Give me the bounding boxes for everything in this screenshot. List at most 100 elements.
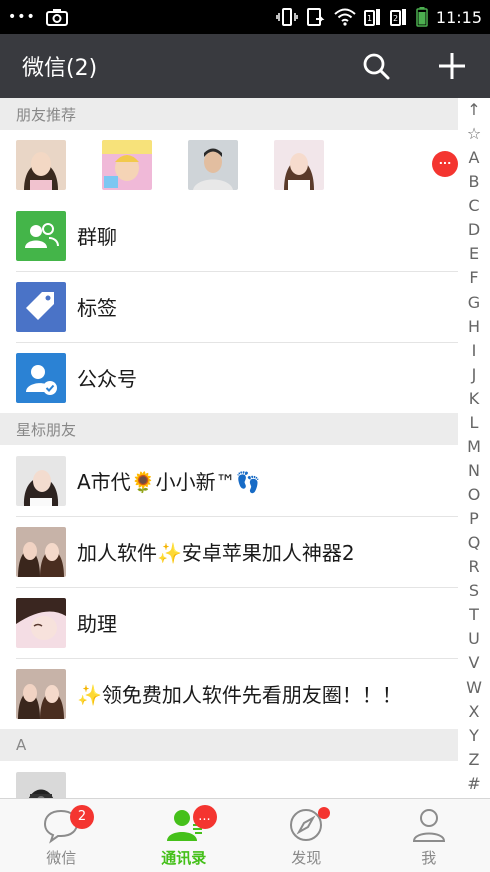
tab-me[interactable]: 我 bbox=[368, 799, 490, 872]
tab-label: 我 bbox=[421, 847, 436, 868]
recommended-friends-row[interactable]: ... bbox=[0, 130, 458, 200]
avatar bbox=[16, 669, 66, 719]
index-letter[interactable]: L bbox=[470, 413, 479, 433]
index-letter[interactable]: P bbox=[469, 509, 479, 529]
official-account-icon bbox=[16, 353, 66, 403]
contact-list[interactable]: 朋友推荐 bbox=[0, 98, 490, 798]
index-letter[interactable]: V bbox=[469, 653, 480, 673]
avatar-image bbox=[16, 456, 66, 506]
index-letter[interactable]: S bbox=[469, 581, 479, 601]
index-letter[interactable]: X bbox=[469, 702, 480, 722]
index-letter[interactable]: G bbox=[468, 293, 480, 313]
group-chat-icon bbox=[16, 211, 66, 261]
more-badge[interactable]: ... bbox=[432, 151, 458, 177]
contact-row[interactable]: 加人软件✨安卓苹果加人神器2 bbox=[0, 516, 458, 587]
row-label: 群聊 bbox=[77, 221, 117, 250]
row-label: 标签 bbox=[77, 292, 117, 321]
index-letter[interactable]: Y bbox=[469, 726, 479, 746]
battery-icon bbox=[416, 7, 428, 27]
status-bar: ••• 1 2 bbox=[0, 0, 490, 34]
avatar[interactable] bbox=[188, 140, 238, 190]
section-header-recommended: 朋友推荐 bbox=[0, 98, 458, 130]
index-letter[interactable]: D bbox=[468, 220, 480, 240]
contact-name: A市代🌻小小新™👣 bbox=[77, 466, 261, 495]
contact-name: ✨领免费加人软件先看朋友圈！！！ bbox=[77, 679, 402, 708]
index-letter[interactable]: O bbox=[468, 485, 481, 505]
app-bar: 微信(2) bbox=[0, 34, 490, 98]
wifi-icon bbox=[334, 8, 356, 26]
tab-label: 微信 bbox=[46, 847, 76, 868]
contact-row[interactable]: ✨领免费加人软件先看朋友圈！！！ bbox=[0, 658, 458, 729]
index-letter[interactable]: J bbox=[472, 365, 477, 385]
svg-text:2: 2 bbox=[393, 14, 398, 23]
index-letter[interactable]: I bbox=[472, 341, 477, 361]
index-letter[interactable]: Q bbox=[468, 533, 481, 553]
vibrate-icon bbox=[276, 7, 298, 27]
index-letter[interactable]: N bbox=[468, 461, 480, 481]
official-accounts-row[interactable]: 公众号 bbox=[0, 342, 458, 413]
tab-label: 发现 bbox=[291, 847, 321, 868]
page-title: 微信(2) bbox=[22, 50, 97, 82]
index-letter[interactable]: E bbox=[469, 244, 479, 264]
contact-row[interactable]: 助理 bbox=[0, 587, 458, 658]
index-letter[interactable]: R bbox=[468, 557, 479, 577]
avatar-image bbox=[16, 140, 66, 190]
index-letter[interactable]: U bbox=[468, 629, 480, 649]
contact-row[interactable] bbox=[0, 761, 458, 798]
section-header-a: A bbox=[0, 729, 458, 761]
search-button[interactable] bbox=[358, 48, 394, 84]
tab-chats[interactable]: 微信 2 bbox=[0, 799, 123, 872]
index-letter[interactable]: F bbox=[469, 268, 478, 288]
index-letter[interactable]: B bbox=[469, 172, 480, 192]
section-header-starred: 星标朋友 bbox=[0, 413, 458, 445]
index-letter[interactable]: # bbox=[467, 774, 480, 794]
clock: 11:15 bbox=[436, 8, 482, 27]
add-button[interactable] bbox=[434, 48, 470, 84]
index-letter[interactable]: W bbox=[466, 678, 482, 698]
tab-contacts[interactable]: 通讯录 ... bbox=[123, 799, 246, 872]
avatar[interactable] bbox=[274, 140, 324, 190]
avatar-image bbox=[188, 140, 238, 190]
index-letter[interactable]: Z bbox=[469, 750, 480, 770]
avatar bbox=[16, 598, 66, 648]
index-letter[interactable]: C bbox=[468, 196, 479, 216]
avatar bbox=[16, 772, 66, 799]
avatar-image bbox=[102, 140, 152, 190]
search-icon bbox=[358, 48, 394, 84]
svg-text:1: 1 bbox=[367, 14, 372, 23]
avatar bbox=[16, 456, 66, 506]
notification-dots: ••• bbox=[8, 10, 36, 24]
avatar[interactable] bbox=[16, 140, 66, 190]
contact-row[interactable]: A市代🌻小小新™👣 bbox=[0, 445, 458, 516]
contact-name: 加人软件✨安卓苹果加人神器2 bbox=[77, 537, 355, 566]
tab-discover[interactable]: 发现 bbox=[245, 799, 368, 872]
avatar-image bbox=[16, 669, 66, 719]
avatar-image bbox=[274, 140, 324, 190]
index-letter[interactable]: A bbox=[469, 148, 480, 168]
person-icon bbox=[409, 805, 449, 845]
index-letter[interactable]: H bbox=[468, 317, 480, 337]
plus-icon bbox=[434, 48, 470, 84]
tab-label: 通讯录 bbox=[161, 847, 206, 868]
avatar bbox=[16, 527, 66, 577]
avatar-image bbox=[16, 527, 66, 577]
avatar-image bbox=[16, 772, 66, 799]
row-label: 公众号 bbox=[77, 363, 137, 392]
index-letter[interactable]: ↑ bbox=[467, 100, 480, 120]
tags-row[interactable]: 标签 bbox=[0, 271, 458, 342]
index-letter[interactable]: ☆ bbox=[467, 124, 481, 144]
index-letter[interactable]: T bbox=[469, 605, 479, 625]
avatar-image bbox=[16, 598, 66, 648]
group-chats-row[interactable]: 群聊 bbox=[0, 200, 458, 271]
index-letter[interactable]: M bbox=[467, 437, 481, 457]
index-letter[interactable]: K bbox=[469, 389, 480, 409]
more-badge: ... bbox=[193, 805, 217, 829]
call-forward-icon bbox=[306, 7, 326, 27]
signal-2-icon: 2 bbox=[390, 7, 408, 27]
contact-name: 助理 bbox=[77, 608, 117, 637]
avatar[interactable] bbox=[102, 140, 152, 190]
alphabet-index[interactable]: ↑ ☆ ABCDEFGHIJKLMNOPQRSTUVWXYZ # bbox=[458, 98, 490, 798]
signal-1-icon: 1 bbox=[364, 7, 382, 27]
unread-badge: 2 bbox=[70, 805, 94, 829]
tab-bar: 微信 2 通讯录 ... 发现 我 bbox=[0, 798, 490, 872]
